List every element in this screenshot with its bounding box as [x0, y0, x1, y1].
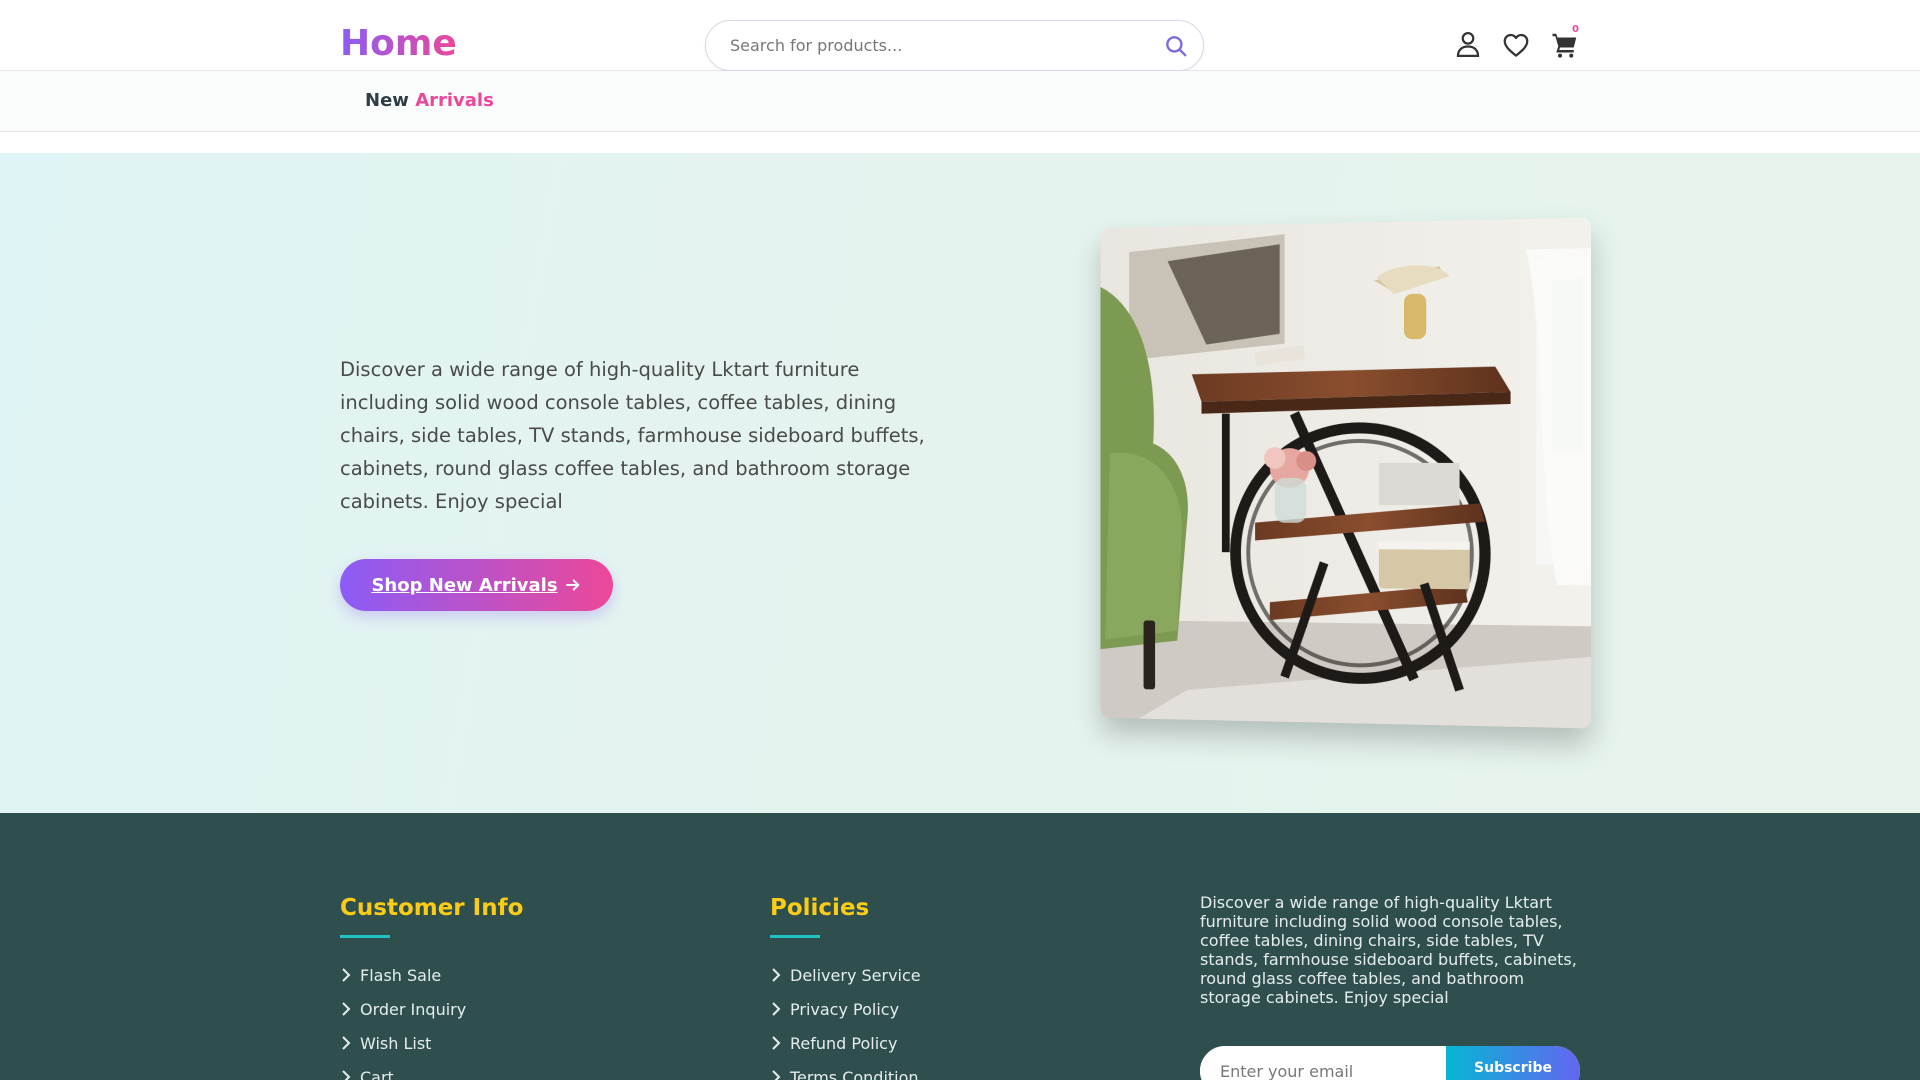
cart-count-badge: 0 — [1572, 24, 1579, 35]
footer-link-label: Terms Condition — [790, 1067, 919, 1080]
footer-link-label: Cart — [360, 1067, 394, 1080]
footer-link-wish-list[interactable]: Wish List — [340, 1026, 523, 1060]
search-input[interactable] — [730, 21, 1130, 70]
user-icon[interactable] — [1453, 29, 1483, 59]
search-icon[interactable] — [1163, 33, 1189, 59]
footer-link-order-inquiry[interactable]: Order Inquiry — [340, 992, 523, 1026]
footer-link-terms-condition[interactable]: Terms Condition — [770, 1060, 921, 1080]
hero-description: Discover a wide range of high-quality Lk… — [340, 358, 925, 513]
newsletter-email-input[interactable] — [1200, 1046, 1446, 1080]
newsletter-form: Subscribe — [1200, 1046, 1580, 1080]
footer-link-label: Delivery Service — [790, 965, 921, 985]
footer-link-cart[interactable]: Cart — [340, 1060, 523, 1080]
footer-link-refund-policy[interactable]: Refund Policy — [770, 1026, 921, 1060]
customer-info-heading: Customer Info — [340, 895, 524, 921]
shop-new-arrivals-button[interactable]: Shop New Arrivals — [340, 559, 613, 611]
heart-icon[interactable] — [1501, 30, 1531, 60]
nav-item-label-arrivals: Arrivals — [415, 90, 494, 111]
footer-link-label: Flash Sale — [360, 965, 442, 985]
hero-section: Discover a wide range of high-quality Lk… — [0, 153, 1920, 813]
chevron-right-icon — [772, 1070, 781, 1080]
policies-underline — [770, 935, 820, 938]
chevron-right-icon — [342, 968, 351, 982]
subscribe-button[interactable]: Subscribe — [1446, 1046, 1580, 1080]
chevron-right-icon — [772, 1036, 781, 1050]
shop-new-arrivals-label: Shop New Arrivals — [371, 574, 558, 596]
nav-shadow-strip — [0, 132, 1920, 153]
arrow-right-icon — [565, 579, 579, 591]
main-nav: New Arrivals — [0, 71, 1920, 132]
policies-column: Policies Delivery Service Privacy Policy… — [770, 893, 921, 1080]
nav-item-new-arrivals[interactable]: New Arrivals — [365, 90, 494, 111]
customer-info-underline — [340, 935, 390, 938]
cart-icon[interactable]: 0 — [1550, 24, 1580, 60]
site-footer: Customer Info Flash Sale Order Inquiry W… — [0, 813, 1920, 1080]
search-bar — [705, 20, 1204, 71]
footer-link-delivery-service[interactable]: Delivery Service — [770, 958, 921, 992]
footer-link-label: Wish List — [360, 1033, 432, 1053]
nav-item-label-new: New — [365, 90, 409, 111]
footer-about-text: Discover a wide range of high-quality Lk… — [1200, 893, 1577, 1007]
policies-heading: Policies — [770, 895, 870, 921]
footer-link-privacy-policy[interactable]: Privacy Policy — [770, 992, 921, 1026]
site-logo[interactable]: Home — [340, 22, 457, 66]
footer-link-label: Refund Policy — [790, 1033, 898, 1053]
chevron-right-icon — [342, 1002, 351, 1016]
footer-link-label: Privacy Policy — [790, 999, 900, 1019]
chevron-right-icon — [772, 968, 781, 982]
chevron-right-icon — [342, 1036, 351, 1050]
hero-product-image[interactable] — [1100, 217, 1592, 729]
footer-link-flash-sale[interactable]: Flash Sale — [340, 958, 523, 992]
customer-info-column: Customer Info Flash Sale Order Inquiry W… — [340, 893, 523, 1080]
footer-link-label: Order Inquiry — [360, 999, 467, 1019]
site-header: Home 0 — [0, 0, 1920, 71]
chevron-right-icon — [342, 1070, 351, 1080]
chevron-right-icon — [772, 1002, 781, 1016]
